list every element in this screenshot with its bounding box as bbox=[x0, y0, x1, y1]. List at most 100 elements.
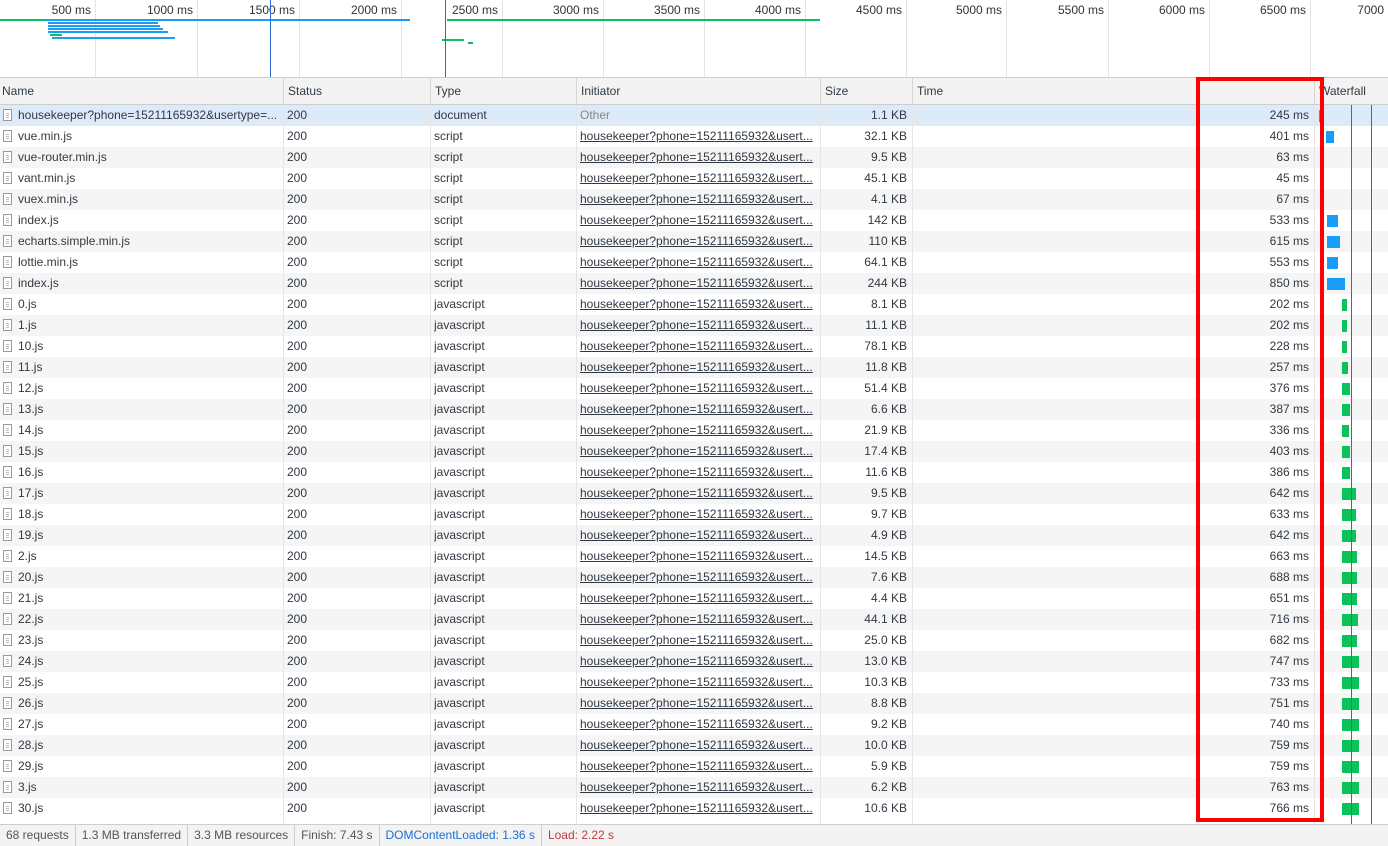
table-row[interactable]: 30.js 200 javascript housekeeper?phone=1521… bbox=[0, 798, 1388, 819]
table-row[interactable]: 0.js 200 javascript housekeeper?phone=15211… bbox=[0, 294, 1388, 315]
waterfall-bar[interactable] bbox=[1326, 131, 1334, 143]
column-separator[interactable] bbox=[912, 105, 913, 824]
request-initiator[interactable]: housekeeper?phone=15211165932&usert... bbox=[580, 693, 814, 714]
request-initiator[interactable]: housekeeper?phone=15211165932&usert... bbox=[580, 378, 814, 399]
waterfall-bar[interactable] bbox=[1342, 530, 1356, 542]
request-initiator[interactable]: housekeeper?phone=15211165932&usert... bbox=[580, 567, 814, 588]
waterfall-bar[interactable] bbox=[1342, 509, 1356, 521]
table-row[interactable]: 10.js 200 javascript housekeeper?phone=1521… bbox=[0, 336, 1388, 357]
request-initiator[interactable]: housekeeper?phone=15211165932&usert... bbox=[580, 168, 814, 189]
waterfall-bar[interactable] bbox=[1342, 383, 1350, 395]
table-row[interactable]: 29.js 200 javascript housekeeper?phone=1521… bbox=[0, 756, 1388, 777]
request-initiator[interactable]: housekeeper?phone=15211165932&usert... bbox=[580, 525, 814, 546]
waterfall-bar[interactable] bbox=[1342, 572, 1357, 584]
table-row[interactable]: 3.js 200 javascript housekeeper?phone=15211… bbox=[0, 777, 1388, 798]
table-row[interactable]: 13.js 200 javascript housekeeper?phone=1521… bbox=[0, 399, 1388, 420]
waterfall-bar[interactable] bbox=[1342, 320, 1347, 332]
waterfall-bar[interactable] bbox=[1327, 215, 1338, 227]
table-row[interactable]: 1.js 200 javascript housekeeper?phone=15211… bbox=[0, 315, 1388, 336]
request-initiator[interactable]: housekeeper?phone=15211165932&usert... bbox=[580, 546, 814, 567]
waterfall-bar[interactable] bbox=[1342, 614, 1358, 626]
table-row[interactable]: index.js 200 script housekeeper?phone=15211… bbox=[0, 273, 1388, 294]
column-separator[interactable] bbox=[430, 105, 431, 824]
request-initiator[interactable]: housekeeper?phone=15211165932&usert... bbox=[580, 483, 814, 504]
waterfall-bar[interactable] bbox=[1342, 362, 1348, 374]
col-header-type[interactable]: Type bbox=[430, 78, 576, 104]
table-row[interactable]: 23.js 200 javascript housekeeper?phone=1521… bbox=[0, 630, 1388, 651]
col-header-initiator[interactable]: Initiator bbox=[576, 78, 820, 104]
request-initiator[interactable]: housekeeper?phone=15211165932&usert... bbox=[580, 294, 814, 315]
table-row[interactable]: 11.js 200 javascript housekeeper?phone=1521… bbox=[0, 357, 1388, 378]
request-initiator[interactable]: housekeeper?phone=15211165932&usert... bbox=[580, 147, 814, 168]
waterfall-bar[interactable] bbox=[1342, 488, 1356, 500]
request-initiator[interactable]: housekeeper?phone=15211165932&usert... bbox=[580, 420, 814, 441]
waterfall-bar[interactable] bbox=[1342, 635, 1357, 647]
request-initiator[interactable]: housekeeper?phone=15211165932&usert... bbox=[580, 504, 814, 525]
request-initiator[interactable]: housekeeper?phone=15211165932&usert... bbox=[580, 756, 814, 777]
table-row[interactable]: vuex.min.js 200 script housekeeper?phone=15… bbox=[0, 189, 1388, 210]
table-row[interactable]: index.js 200 script housekeeper?phone=15211… bbox=[0, 210, 1388, 231]
request-initiator[interactable]: housekeeper?phone=15211165932&usert... bbox=[580, 315, 814, 336]
table-row[interactable]: 28.js 200 javascript housekeeper?phone=1521… bbox=[0, 735, 1388, 756]
table-row[interactable]: echarts.simple.min.js 200 script housekeepe… bbox=[0, 231, 1388, 252]
waterfall-bar[interactable] bbox=[1342, 425, 1349, 437]
request-initiator[interactable]: housekeeper?phone=15211165932&usert... bbox=[580, 735, 814, 756]
table-row[interactable]: 19.js 200 javascript housekeeper?phone=1521… bbox=[0, 525, 1388, 546]
table-row[interactable]: vant.min.js 200 script housekeeper?phone=15… bbox=[0, 168, 1388, 189]
waterfall-bar[interactable] bbox=[1327, 278, 1345, 290]
column-separator[interactable] bbox=[820, 105, 821, 824]
table-row[interactable]: 20.js 200 javascript housekeeper?phone=1521… bbox=[0, 567, 1388, 588]
table-row[interactable]: housekeeper?phone=15211165932&usertype=.… bbox=[0, 105, 1388, 126]
waterfall-bar[interactable] bbox=[1342, 467, 1350, 479]
request-initiator[interactable]: housekeeper?phone=15211165932&usert... bbox=[580, 462, 814, 483]
col-header-status[interactable]: Status bbox=[283, 78, 430, 104]
table-row[interactable]: 24.js 200 javascript housekeeper?phone=1521… bbox=[0, 651, 1388, 672]
request-initiator[interactable]: housekeeper?phone=15211165932&usert... bbox=[580, 714, 814, 735]
request-initiator[interactable]: housekeeper?phone=15211165932&usert... bbox=[580, 609, 814, 630]
col-header-size[interactable]: Size bbox=[820, 78, 912, 104]
waterfall-bar[interactable] bbox=[1342, 446, 1350, 458]
request-initiator[interactable]: housekeeper?phone=15211165932&usert... bbox=[580, 798, 814, 819]
request-initiator[interactable]: housekeeper?phone=15211165932&usert... bbox=[580, 252, 814, 273]
table-row[interactable]: 26.js 200 javascript housekeeper?phone=1521… bbox=[0, 693, 1388, 714]
waterfall-bar[interactable] bbox=[1342, 299, 1347, 311]
col-header-name[interactable]: Name bbox=[0, 78, 283, 104]
table-row[interactable]: 27.js 200 javascript housekeeper?phone=1521… bbox=[0, 714, 1388, 735]
table-row[interactable]: 25.js 200 javascript housekeeper?phone=1521… bbox=[0, 672, 1388, 693]
waterfall-bar[interactable] bbox=[1342, 551, 1357, 563]
request-initiator[interactable]: housekeeper?phone=15211165932&usert... bbox=[580, 672, 814, 693]
table-row[interactable]: 21.js 200 javascript housekeeper?phone=1521… bbox=[0, 588, 1388, 609]
waterfall-bar[interactable] bbox=[1342, 404, 1350, 416]
table-row[interactable]: vue-router.min.js 200 script housekeeper?ph… bbox=[0, 147, 1388, 168]
table-row[interactable]: 16.js 200 javascript housekeeper?phone=1521… bbox=[0, 462, 1388, 483]
col-header-waterfall[interactable]: Waterfall bbox=[1314, 78, 1388, 104]
column-separator[interactable] bbox=[576, 105, 577, 824]
request-initiator[interactable]: housekeeper?phone=15211165932&usert... bbox=[580, 231, 814, 252]
request-initiator[interactable]: housekeeper?phone=15211165932&usert... bbox=[580, 336, 814, 357]
request-initiator[interactable]: housekeeper?phone=15211165932&usert... bbox=[580, 210, 814, 231]
waterfall-bar[interactable] bbox=[1327, 257, 1338, 269]
waterfall-bar[interactable] bbox=[1342, 593, 1357, 605]
table-row[interactable]: 22.js 200 javascript housekeeper?phone=1521… bbox=[0, 609, 1388, 630]
table-row[interactable]: 17.js 200 javascript housekeeper?phone=1521… bbox=[0, 483, 1388, 504]
request-initiator[interactable]: housekeeper?phone=15211165932&usert... bbox=[580, 126, 814, 147]
request-initiator[interactable]: housekeeper?phone=15211165932&usert... bbox=[580, 588, 814, 609]
waterfall-bar[interactable] bbox=[1342, 341, 1347, 353]
request-initiator[interactable]: housekeeper?phone=15211165932&usert... bbox=[580, 357, 814, 378]
request-initiator[interactable]: housekeeper?phone=15211165932&usert... bbox=[580, 441, 814, 462]
overview-timeline[interactable]: 500 ms 1000 ms 1500 ms 2000 ms 2500 ms 3000 m… bbox=[0, 0, 1388, 77]
request-initiator[interactable]: housekeeper?phone=15211165932&usert... bbox=[580, 399, 814, 420]
request-initiator[interactable]: housekeeper?phone=15211165932&usert... bbox=[580, 630, 814, 651]
column-separator[interactable] bbox=[283, 105, 284, 824]
table-row[interactable]: 2.js 200 javascript housekeeper?phone=15211… bbox=[0, 546, 1388, 567]
table-row[interactable]: lottie.min.js 200 script housekeeper?phone=… bbox=[0, 252, 1388, 273]
table-row[interactable]: 18.js 200 javascript housekeeper?phone=1521… bbox=[0, 504, 1388, 525]
request-initiator[interactable]: housekeeper?phone=15211165932&usert... bbox=[580, 651, 814, 672]
table-row[interactable]: 12.js 200 javascript housekeeper?phone=1521… bbox=[0, 378, 1388, 399]
request-initiator[interactable]: housekeeper?phone=15211165932&usert... bbox=[580, 189, 814, 210]
table-row[interactable]: 15.js 200 javascript housekeeper?phone=1521… bbox=[0, 441, 1388, 462]
request-initiator[interactable]: housekeeper?phone=15211165932&usert... bbox=[580, 273, 814, 294]
waterfall-bar[interactable] bbox=[1327, 236, 1340, 248]
table-row[interactable]: vue.min.js 200 script housekeeper?phone=152… bbox=[0, 126, 1388, 147]
table-row[interactable]: 14.js 200 javascript housekeeper?phone=1521… bbox=[0, 420, 1388, 441]
